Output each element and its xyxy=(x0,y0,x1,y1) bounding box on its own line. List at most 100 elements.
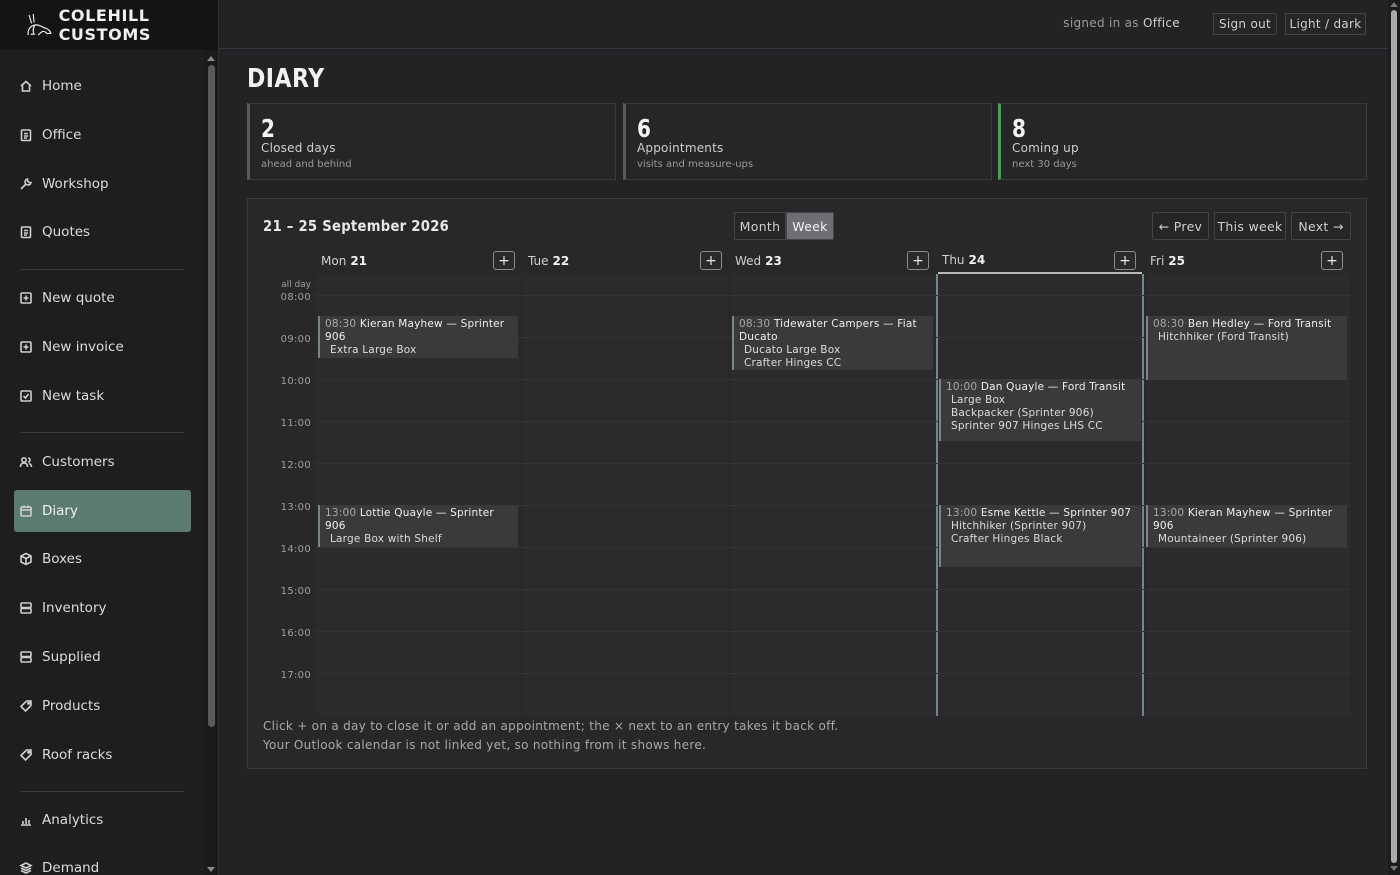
sign-out-button[interactable]: Sign out xyxy=(1213,13,1277,35)
event-title: Ben Hedley — Ford Transit xyxy=(1187,318,1332,330)
stat-card-coming-up: 8 Coming up next 30 days xyxy=(998,103,1367,180)
next-week-button[interactable]: Next → xyxy=(1291,212,1351,240)
hour-label: 08:00 xyxy=(280,292,311,303)
page-scrollbar[interactable] xyxy=(1388,0,1400,875)
stat-card-closed-days: 2 Closed days ahead and behind xyxy=(247,103,616,180)
layers-icon xyxy=(19,862,33,874)
theme-toggle-button[interactable]: Light / dark xyxy=(1285,13,1366,35)
day-column-thu[interactable] xyxy=(936,274,1144,716)
event-title: Esme Kettle — Sprinter 907 xyxy=(980,507,1132,519)
sidebar-item-demand[interactable]: Demand xyxy=(14,847,191,875)
sidebar-item-label: Analytics xyxy=(42,812,104,828)
stat-value: 6 xyxy=(637,114,651,143)
sidebar-item-inventory[interactable]: Inventory xyxy=(14,587,191,629)
scroll-up-icon[interactable] xyxy=(1390,2,1398,7)
sidebar-item-label: Quotes xyxy=(42,224,91,240)
scroll-up-icon[interactable] xyxy=(207,56,215,61)
event-item: Backpacker (Sprinter 906) xyxy=(951,407,1094,419)
sidebar-item-label: Supplied xyxy=(42,649,101,665)
scrollbar-thumb[interactable] xyxy=(1391,10,1397,863)
hour-label: 09:00 xyxy=(280,334,311,345)
sidebar-item-diary[interactable]: Diary xyxy=(14,490,191,532)
sidebar-item-workshop[interactable]: Workshop xyxy=(14,163,191,205)
users-icon xyxy=(19,456,33,468)
sidebar-item-products[interactable]: Products xyxy=(14,685,191,727)
sidebar-item-quotes[interactable]: Quotes xyxy=(14,211,191,253)
event-title: Dan Quayle — Ford Transit xyxy=(980,381,1126,393)
sidebar-item-home[interactable]: Home xyxy=(14,65,191,107)
add-button-wed[interactable]: + xyxy=(907,251,929,270)
sidebar-item-label: Diary xyxy=(42,503,78,519)
day-name: Mon xyxy=(321,253,347,268)
view-month-button[interactable]: Month xyxy=(734,212,786,240)
this-week-button[interactable]: This week xyxy=(1214,212,1286,240)
sidebar-item-boxes[interactable]: Boxes xyxy=(14,538,191,580)
sidebar-item-label: New invoice xyxy=(42,339,124,355)
event-time: 13:00 xyxy=(325,507,357,519)
event-time: 10:00 xyxy=(946,381,978,393)
hare-logo-icon xyxy=(27,14,52,36)
nav-divider xyxy=(21,791,184,792)
day-column-tue[interactable] xyxy=(524,274,728,716)
sidebar-item-new-task[interactable]: New task xyxy=(14,375,191,417)
sidebar-item-office[interactable]: Office xyxy=(14,114,191,156)
sidebar-item-label: Office xyxy=(42,127,82,143)
nav-divider xyxy=(21,432,184,433)
event-item: Crafter Hinges Black xyxy=(951,533,1063,545)
sidebar-item-new-invoice[interactable]: New invoice xyxy=(14,326,191,368)
event-card[interactable]: 08:30 Ben Hedley — Ford Transit Hitchhik… xyxy=(1146,316,1347,380)
hour-gridline xyxy=(316,421,1350,422)
checkbox-icon xyxy=(20,390,32,402)
add-button-fri[interactable]: + xyxy=(1321,251,1343,270)
event-item: Large Box with Shelf xyxy=(330,533,442,545)
event-time: 08:30 xyxy=(739,318,771,330)
sidebar-item-new-quote[interactable]: New quote xyxy=(14,277,191,319)
event-time: 13:00 xyxy=(1153,507,1185,519)
bar-chart-icon xyxy=(21,818,31,826)
day-name: Wed xyxy=(735,253,762,268)
sidebar-item-label: Boxes xyxy=(42,551,83,567)
event-card[interactable]: 08:30 Kieran Mayhew — Sprinter 906 Extra… xyxy=(318,316,518,358)
event-card[interactable]: 13:00 Lottie Quayle — Sprinter 906 Large… xyxy=(318,505,518,547)
event-item: Ducato Large Box xyxy=(744,344,841,356)
stat-subtext: visits and measure-ups xyxy=(637,159,754,170)
brand[interactable]: COLEHILL CUSTOMS xyxy=(0,0,218,50)
view-week-button[interactable]: Week xyxy=(786,212,834,240)
day-name: Thu xyxy=(942,252,965,267)
page-title: DIARY xyxy=(247,64,325,94)
scroll-down-icon[interactable] xyxy=(207,867,215,872)
event-card[interactable]: 13:00 Kieran Mayhew — Sprinter 906 Mount… xyxy=(1146,505,1347,547)
add-button-mon[interactable]: + xyxy=(493,251,515,270)
day-header-tue: Tue 22 xyxy=(524,247,728,274)
add-button-tue[interactable]: + xyxy=(700,251,722,270)
signed-in-status: signed in as Office xyxy=(1063,16,1180,30)
sidebar-item-analytics[interactable]: Analytics xyxy=(14,799,191,841)
sidebar-item-roof-racks[interactable]: Roof racks xyxy=(14,734,191,776)
hour-label: 14:00 xyxy=(280,544,311,555)
sidebar-scrollbar[interactable] xyxy=(205,50,218,875)
event-card[interactable]: 10:00 Dan Quayle — Ford Transit Large Bo… xyxy=(939,379,1141,441)
stat-label: Coming up xyxy=(1012,141,1079,155)
event-time: 08:30 xyxy=(325,318,357,330)
prev-week-button[interactable]: ← Prev xyxy=(1152,212,1209,240)
add-button-thu[interactable]: + xyxy=(1114,251,1136,270)
sidebar-item-supplied[interactable]: Supplied xyxy=(14,636,191,678)
sidebar-item-label: Products xyxy=(42,698,101,714)
event-card[interactable]: 08:30 Tidewater Campers — Fiat Ducato Du… xyxy=(732,316,933,370)
sidebar-item-label: New task xyxy=(42,388,105,404)
hour-label: 17:00 xyxy=(280,670,311,681)
nav-divider xyxy=(21,269,184,270)
calendar-panel: 21 – 25 September 2026 Month Week ← Prev… xyxy=(247,198,1367,769)
day-date: 21 xyxy=(350,253,368,268)
sidebar-item-customers[interactable]: Customers xyxy=(14,441,191,483)
day-date: 23 xyxy=(765,253,782,268)
scrollbar-thumb[interactable] xyxy=(208,65,215,727)
stat-value: 8 xyxy=(1012,114,1026,143)
event-card[interactable]: 13:00 Esme Kettle — Sprinter 907 Hitchhi… xyxy=(939,505,1141,567)
calendar-icon xyxy=(20,505,32,517)
hour-label: 12:00 xyxy=(280,460,311,471)
scroll-down-icon[interactable] xyxy=(1390,866,1398,871)
storage-icon xyxy=(20,602,32,614)
brand-name: COLEHILL CUSTOMS xyxy=(58,6,152,44)
tag-icon xyxy=(19,700,32,713)
